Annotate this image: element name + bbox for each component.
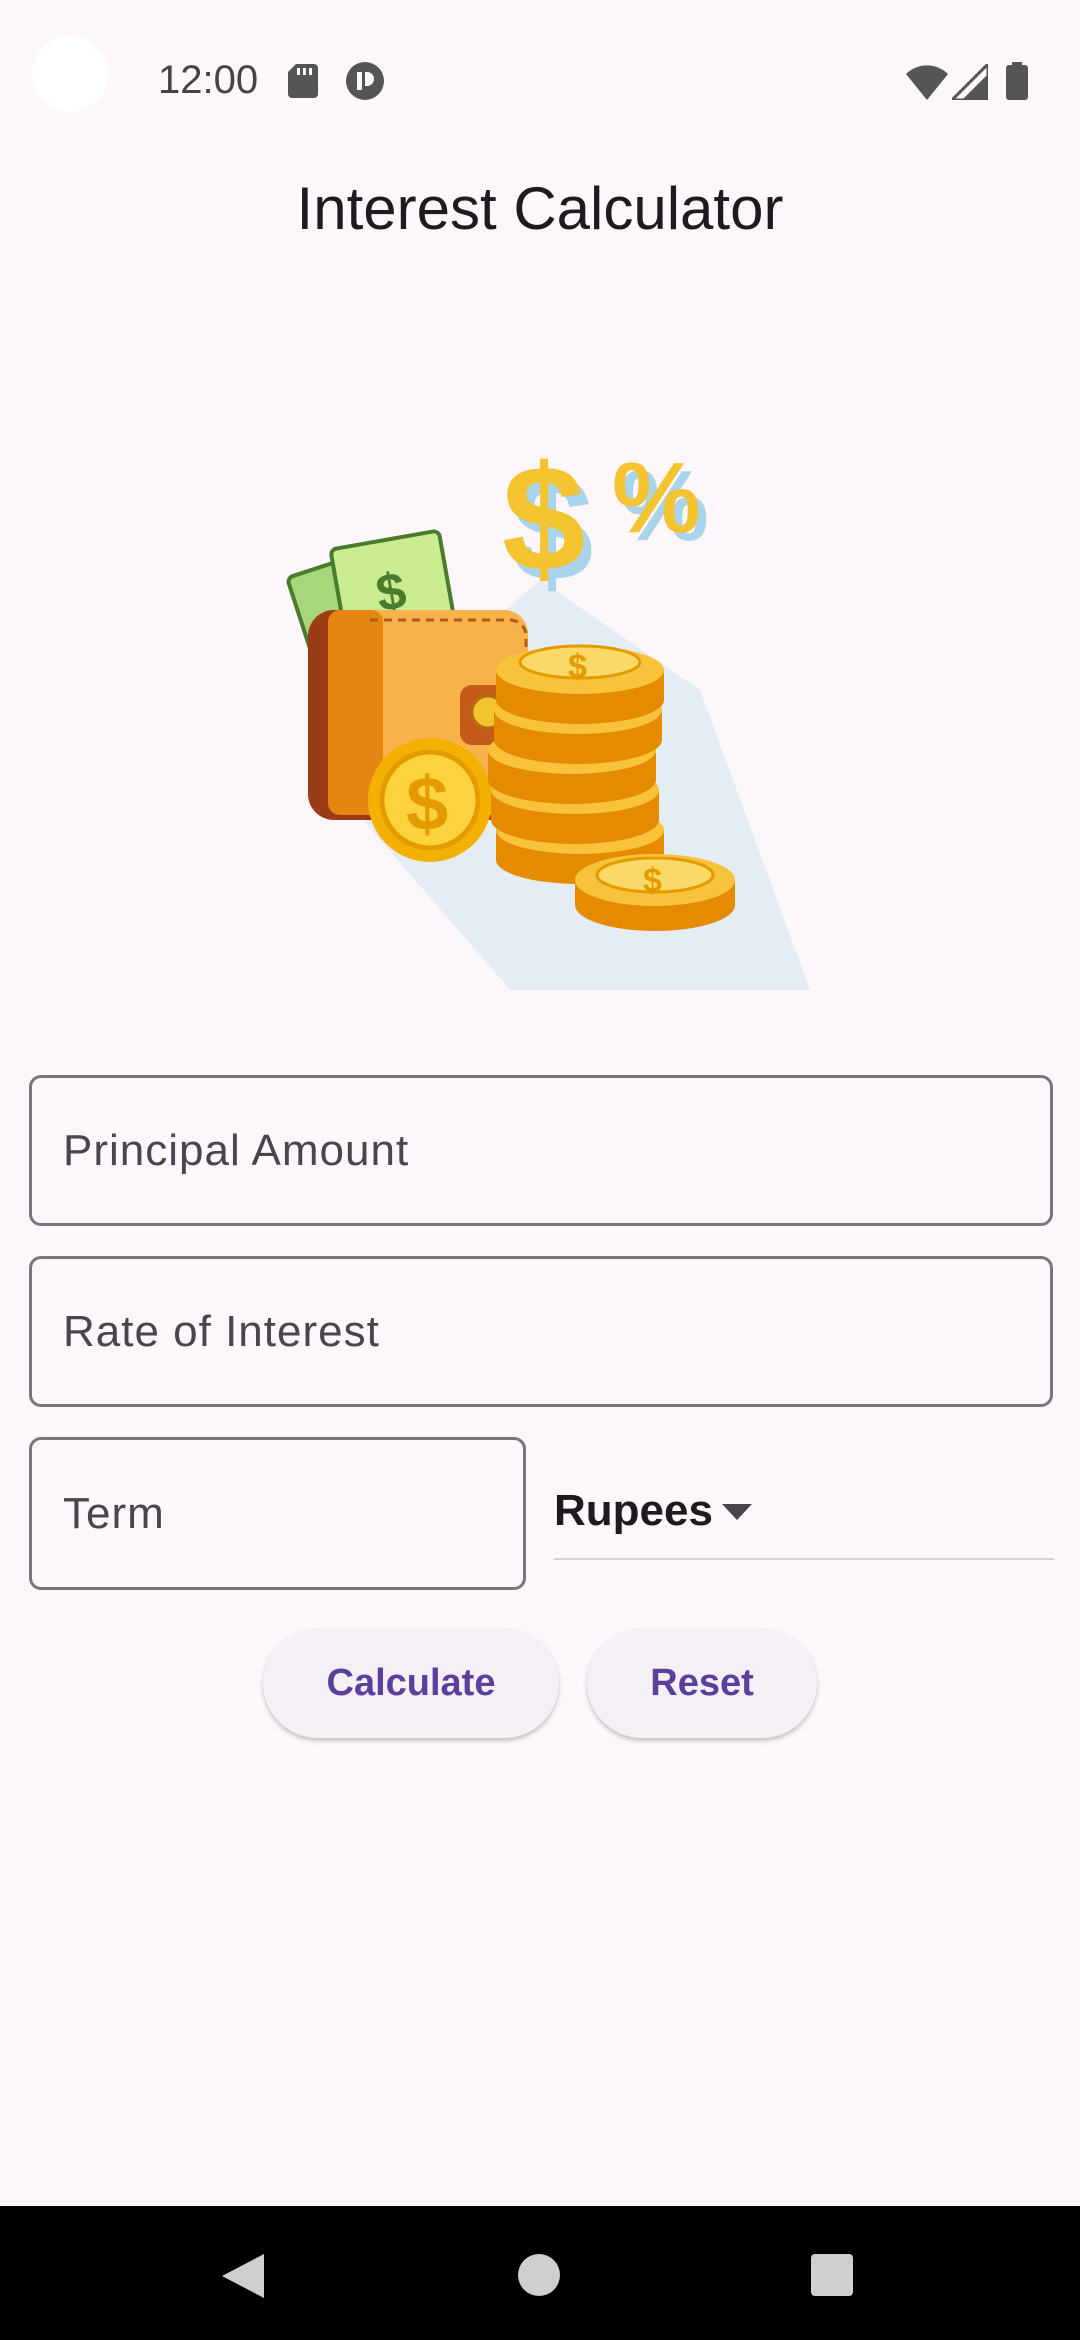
principal-amount-field[interactable]: Principal Amount: [29, 1075, 1053, 1226]
svg-text:$: $: [568, 648, 587, 686]
recents-icon[interactable]: [811, 2254, 853, 2296]
navigation-bar: [0, 2206, 1080, 2340]
term-field[interactable]: Term: [29, 1437, 526, 1590]
reset-button[interactable]: Reset: [587, 1628, 817, 1738]
wifi-icon: [906, 64, 948, 105]
svg-text:$: $: [502, 434, 585, 602]
signal-icon: [948, 60, 990, 105]
battery-icon: [1006, 62, 1028, 105]
svg-text:%: %: [612, 442, 701, 554]
sd-card-icon: [288, 64, 318, 103]
rate-of-interest-placeholder: Rate of Interest: [63, 1306, 380, 1356]
status-time: 12:00: [158, 58, 259, 102]
term-placeholder: Term: [63, 1488, 165, 1538]
page-title: Interest Calculator: [296, 175, 784, 242]
status-bar: 12:00: [0, 0, 1080, 165]
currency-selected-value: Rupees: [554, 1486, 713, 1535]
calculate-button[interactable]: Calculate: [263, 1628, 559, 1738]
camera-cutout: [32, 36, 108, 112]
wallet-coins-illustration: $ $ % % $ $ $ $: [280, 430, 820, 1010]
back-icon[interactable]: [222, 2254, 264, 2303]
home-icon[interactable]: [518, 2254, 560, 2296]
principal-amount-placeholder: Principal Amount: [63, 1125, 410, 1175]
p-badge-icon: [346, 62, 384, 105]
svg-text:$: $: [406, 762, 448, 847]
rate-of-interest-field[interactable]: Rate of Interest: [29, 1256, 1053, 1407]
svg-text:$: $: [643, 862, 662, 900]
currency-dropdown[interactable]: Rupees: [554, 1470, 1054, 1560]
dropdown-arrow-icon: [722, 1504, 752, 1525]
